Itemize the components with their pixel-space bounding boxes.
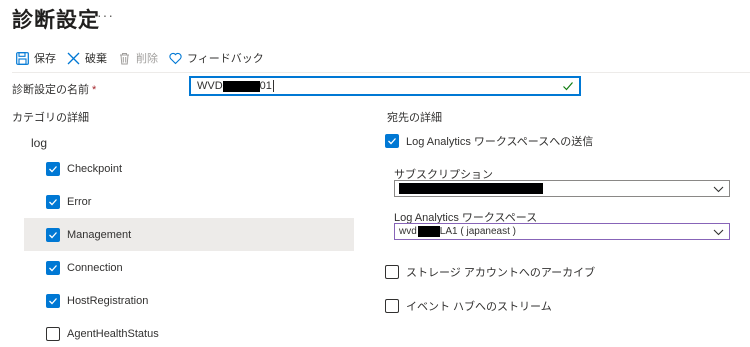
- category-label: Error: [67, 195, 92, 208]
- heart-icon: [169, 52, 182, 65]
- valid-check-icon: [562, 80, 574, 92]
- category-row-agenthealthstatus[interactable]: AgentHealthStatus: [24, 317, 354, 347]
- checkbox-checked[interactable]: [46, 293, 60, 308]
- log-analytics-label: Log Analytics ワークスペースへの送信: [406, 136, 594, 148]
- checkbox-checked[interactable]: [46, 227, 60, 242]
- category-row-error[interactable]: Error: [24, 185, 354, 218]
- delete-label: 削除: [136, 53, 158, 65]
- category-row-management[interactable]: Management: [24, 218, 354, 251]
- redacted-block: [399, 183, 543, 194]
- chevron-down-icon: [713, 184, 724, 194]
- checkbox-checked[interactable]: [46, 161, 60, 176]
- redacted-block: [222, 80, 260, 92]
- close-icon: [67, 52, 80, 65]
- storage-archive-label: ストレージ アカウントへのアーカイブ: [406, 267, 596, 279]
- checkbox-checked[interactable]: [385, 134, 399, 148]
- category-label: Management: [67, 228, 132, 241]
- save-label: 保存: [34, 53, 56, 65]
- workspace-value-suffix: LA1 ( japaneast ): [439, 226, 516, 237]
- name-field-label: 診断設定の名前 *: [12, 84, 97, 96]
- name-value-prefix: WVD: [197, 80, 223, 92]
- command-bar: 保存 破棄 削除 フィードバック: [16, 50, 275, 66]
- checkbox-checked[interactable]: [46, 260, 60, 275]
- category-label: HostRegistration: [67, 294, 149, 307]
- delete-button[interactable]: 削除: [118, 50, 158, 66]
- workspace-dropdown[interactable]: wvd LA1 ( japaneast ): [394, 223, 730, 240]
- save-button[interactable]: 保存: [16, 50, 56, 66]
- save-icon: [16, 51, 29, 65]
- discard-button[interactable]: 破棄: [67, 50, 107, 66]
- eventhub-stream-label: イベント ハブへのストリーム: [406, 301, 552, 313]
- required-mark: *: [92, 84, 97, 96]
- workspace-value-prefix: wvd: [399, 226, 417, 237]
- chevron-down-icon: [713, 227, 724, 237]
- text-cursor: [272, 80, 274, 92]
- category-row-checkpoint[interactable]: Checkpoint: [24, 152, 354, 185]
- eventhub-stream-option[interactable]: イベント ハブへのストリーム: [385, 298, 552, 314]
- more-options-button[interactable]: ···: [97, 7, 114, 23]
- category-row-hostregistration[interactable]: HostRegistration: [24, 284, 354, 317]
- discard-label: 破棄: [85, 53, 107, 65]
- storage-archive-option[interactable]: ストレージ アカウントへのアーカイブ: [385, 264, 595, 280]
- destination-section-label: 宛先の詳細: [387, 112, 442, 124]
- feedback-label: フィードバック: [187, 53, 264, 65]
- log-group-header: log: [31, 136, 48, 150]
- checkbox-checked[interactable]: [46, 194, 60, 209]
- redacted-block: [417, 226, 440, 237]
- checkbox-unchecked[interactable]: [385, 265, 399, 279]
- trash-icon: [118, 52, 131, 65]
- name-input[interactable]: WVD 01: [189, 76, 581, 96]
- subscription-dropdown[interactable]: [394, 180, 730, 197]
- name-value-suffix: 01: [259, 80, 272, 92]
- category-section-label: カテゴリの詳細: [12, 112, 89, 124]
- category-row-connection[interactable]: Connection: [24, 251, 354, 284]
- checkbox-unchecked[interactable]: [385, 299, 399, 313]
- feedback-button[interactable]: フィードバック: [169, 50, 264, 66]
- category-label: AgentHealthStatus: [67, 327, 159, 340]
- checkbox-unchecked[interactable]: [46, 326, 60, 341]
- category-label: Checkpoint: [67, 162, 123, 175]
- log-analytics-option[interactable]: Log Analytics ワークスペースへの送信: [385, 133, 593, 149]
- page-title: 診断設定: [12, 9, 100, 32]
- category-label: Connection: [67, 261, 123, 274]
- toolbar-divider: [12, 72, 750, 73]
